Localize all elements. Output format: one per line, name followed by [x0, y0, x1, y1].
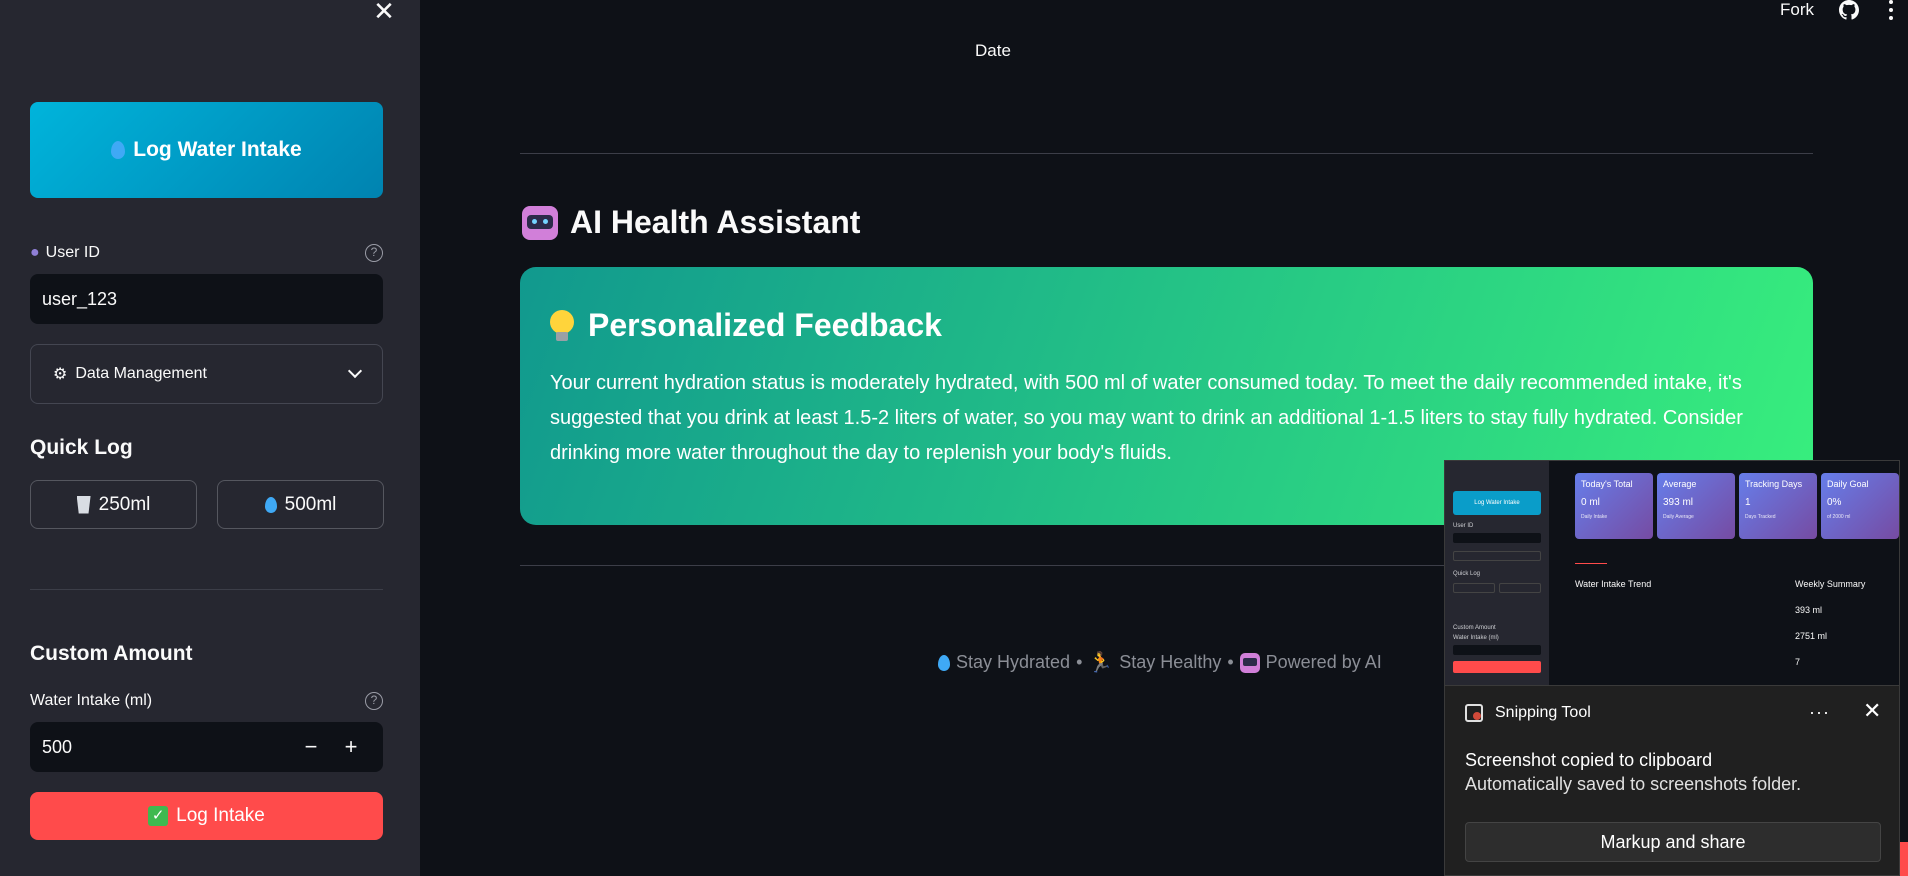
log-water-intake-label: Log Water Intake: [133, 138, 302, 161]
data-management-label: Data Management: [75, 365, 207, 382]
preview-quick-btn: [1453, 583, 1495, 593]
quick-log-heading: Quick Log: [30, 436, 133, 459]
footer-stay-hydrated: Stay Hydrated: [956, 652, 1071, 672]
user-id-input[interactable]: user_123: [30, 274, 383, 324]
close-sidebar-icon[interactable]: ✕: [372, 0, 396, 24]
metric-sub: of 2000 ml: [1827, 514, 1851, 520]
feedback-text: Your current hydration status is moderat…: [550, 372, 1743, 464]
runner-icon: 🏃: [1088, 652, 1114, 674]
footer-separator: •: [1227, 652, 1234, 672]
metric-sub: Daily Intake: [1581, 514, 1608, 520]
quick-500-button[interactable]: 500ml: [217, 480, 384, 529]
increment-icon[interactable]: +: [331, 734, 371, 760]
preview-metric-card: Tracking Days 1 Days Tracked: [1739, 473, 1817, 539]
preview-weekly-value: 7: [1795, 657, 1801, 667]
close-icon[interactable]: ✕: [1863, 698, 1881, 724]
toast-app-name: Snipping Tool: [1495, 704, 1591, 721]
data-management-expander[interactable]: ⚙ Data Management: [30, 344, 383, 404]
sidebar-divider: [30, 589, 383, 590]
water-intake-label-row: Water Intake (ml) ?: [30, 692, 383, 710]
fork-button[interactable]: Fork: [1780, 0, 1814, 20]
main-menu-icon[interactable]: [1888, 0, 1894, 20]
preview-custom-label: Custom Amount: [1453, 625, 1496, 631]
preview-number-input: [1453, 645, 1541, 655]
snipping-tool-toast: Snipping Tool ··· ✕ Screenshot copied to…: [1444, 686, 1900, 876]
snipping-tool-icon: [1465, 704, 1483, 722]
metric-value: 393 ml: [1663, 497, 1694, 508]
log-intake-label: Log Intake: [176, 805, 265, 826]
edge-accent: [1900, 842, 1908, 876]
metric-sub: Days Tracked: [1745, 514, 1776, 520]
water-drop-icon: [111, 141, 126, 159]
log-intake-button[interactable]: ✓ Log Intake: [30, 792, 383, 840]
metric-value: 0 ml: [1581, 497, 1600, 508]
toast-subtext: Automatically saved to screenshots folde…: [1465, 774, 1802, 794]
metric-title: Daily Goal: [1827, 479, 1869, 489]
quick-250-button[interactable]: 250ml: [30, 480, 197, 529]
metric-sub: Daily Average: [1663, 514, 1694, 520]
user-id-label-row: ● User ID ?: [30, 244, 383, 262]
preview-sidebar: Log Water Intake User ID Quick Log Custo…: [1445, 461, 1549, 685]
water-drop-icon: [938, 654, 950, 671]
log-water-intake-button[interactable]: Log Water Intake: [30, 102, 383, 198]
preview-input: [1453, 533, 1541, 543]
preview-metric-card: Average 393 ml Daily Average: [1657, 473, 1735, 539]
ai-title-text: AI Health Assistant: [570, 204, 861, 240]
quick-500-label: 500ml: [284, 493, 337, 515]
feedback-title: Personalized Feedback: [550, 307, 1783, 344]
water-intake-value[interactable]: 500: [42, 737, 291, 758]
preview-active-tab: [1575, 563, 1607, 564]
user-id-label: User ID: [45, 244, 100, 261]
preview-log-intake: [1453, 661, 1541, 673]
metric-title: Average: [1663, 479, 1697, 489]
feedback-title-text: Personalized Feedback: [588, 307, 942, 343]
github-icon[interactable]: [1838, 0, 1860, 20]
checkmark-icon: ✓: [148, 806, 169, 826]
lightbulb-icon: [550, 309, 574, 342]
preview-metric-card: Today's Total 0 ml Daily Intake: [1575, 473, 1653, 539]
decrement-icon[interactable]: −: [291, 734, 331, 760]
ai-health-assistant-heading: AI Health Assistant: [522, 204, 860, 241]
sidebar: ✕ Log Water Intake ● User ID ? user_123 …: [0, 0, 420, 876]
preview-metric-card: Daily Goal 0% of 2000 ml: [1821, 473, 1899, 539]
gear-icon: ⚙: [53, 366, 68, 383]
preview-quick-label: Quick Log: [1453, 571, 1481, 577]
custom-amount-heading: Custom Amount: [30, 642, 193, 665]
markup-and-share-button[interactable]: Markup and share: [1465, 822, 1881, 862]
metric-value: 1: [1745, 497, 1751, 508]
divider: [520, 153, 1813, 154]
chevron-down-icon: [347, 363, 363, 379]
preview-weekly-value: 2751 ml: [1795, 631, 1828, 641]
preview-user-label: User ID: [1453, 523, 1474, 529]
footer: Stay Hydrated • 🏃 Stay Healthy • Powered…: [938, 650, 1382, 675]
preview-water-label: Water Intake (ml): [1453, 635, 1499, 641]
metric-value: 0%: [1827, 497, 1842, 508]
robot-icon: [522, 205, 558, 240]
water-drop-icon: [264, 496, 277, 513]
help-icon[interactable]: ?: [365, 692, 383, 710]
quick-250-label: 250ml: [98, 493, 151, 515]
preview-weekly-value: 393 ml: [1795, 605, 1823, 615]
more-options-icon[interactable]: ···: [1809, 702, 1830, 723]
robot-icon: [1239, 652, 1260, 673]
preview-weekly-title: Weekly Summary: [1795, 579, 1866, 589]
water-intake-number-input[interactable]: 500 − +: [30, 722, 383, 772]
preview-log-button: Log Water Intake: [1453, 491, 1541, 515]
footer-separator: •: [1076, 652, 1083, 672]
preview-quick-btn: [1499, 583, 1541, 593]
help-icon[interactable]: ?: [365, 244, 383, 262]
toast-app-header: Snipping Tool: [1465, 704, 1591, 722]
date-label: Date: [975, 41, 1011, 60]
metric-title: Today's Total: [1581, 479, 1633, 489]
preview-trend-title: Water Intake Trend: [1575, 579, 1652, 589]
user-icon: ●: [30, 244, 40, 261]
preview-expander: [1453, 551, 1541, 561]
footer-stay-healthy: Stay Healthy: [1119, 652, 1222, 672]
toast-heading: Screenshot copied to clipboard: [1465, 750, 1713, 770]
water-intake-label: Water Intake (ml): [30, 692, 153, 709]
screenshot-preview[interactable]: Log Water Intake User ID Quick Log Custo…: [1444, 460, 1900, 686]
metric-title: Tracking Days: [1745, 479, 1803, 489]
cup-icon: [76, 495, 91, 514]
footer-powered: Powered by AI: [1265, 652, 1382, 672]
